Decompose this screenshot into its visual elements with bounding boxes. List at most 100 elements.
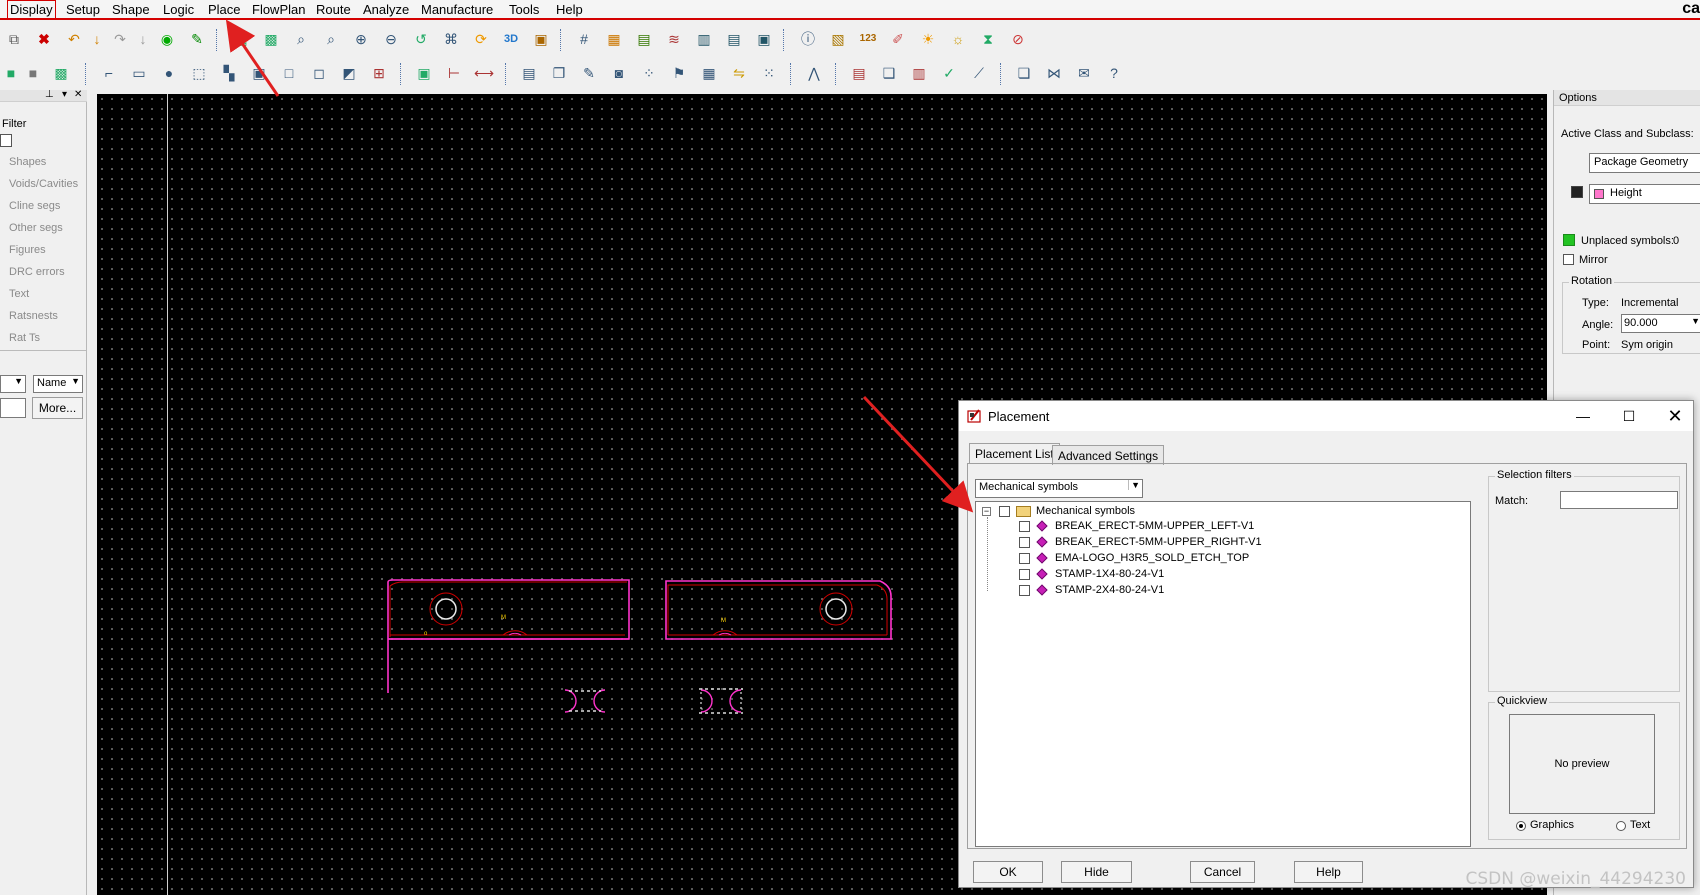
layers-icon[interactable]: ▤ xyxy=(633,28,655,50)
undo-down-icon[interactable]: ↓ xyxy=(86,28,108,50)
board-icon[interactable]: ▣ xyxy=(753,28,775,50)
menu-display[interactable]: Display xyxy=(7,0,56,19)
array-icon[interactable]: ⁙ xyxy=(758,62,780,84)
report-icon[interactable]: ▤ xyxy=(723,28,745,50)
find-text-input[interactable] xyxy=(0,398,26,418)
highlight-icon[interactable]: ☼ xyxy=(947,28,969,50)
windows-icon[interactable]: ❏ xyxy=(1013,62,1035,84)
merge-icon[interactable]: ⊞ xyxy=(368,62,390,84)
edit-pen-icon[interactable]: ✎ xyxy=(578,62,600,84)
close-icon[interactable]: ✕ xyxy=(74,89,82,100)
circle-icon[interactable]: ● xyxy=(158,62,180,84)
dimension-horizontal-icon[interactable]: ⟷ xyxy=(473,62,495,84)
cancel-button[interactable]: Cancel xyxy=(1190,861,1255,883)
redo-icon[interactable]: ↷ xyxy=(109,28,131,50)
tree-checkbox[interactable] xyxy=(1019,536,1030,548)
dehighlight-icon[interactable]: ⊘ xyxy=(1007,28,1029,50)
tree-checkbox[interactable] xyxy=(1019,568,1030,580)
tree-root-row[interactable]: − Mechanical symbols xyxy=(982,503,1135,519)
layer-gray-icon[interactable]: ■ xyxy=(22,62,44,84)
menu-analyze[interactable]: Analyze xyxy=(360,2,412,17)
filter-all-checkbox[interactable] xyxy=(0,134,12,147)
tree-checkbox[interactable] xyxy=(999,505,1010,517)
zoom-in-icon[interactable]: ⊕ xyxy=(350,28,372,50)
filter-item-cline-segs[interactable]: Cline segs xyxy=(9,200,60,212)
redo-down-icon[interactable]: ↓ xyxy=(132,28,154,50)
delete-icon[interactable]: ✖ xyxy=(33,28,55,50)
color-icon[interactable]: ▦ xyxy=(603,28,625,50)
swap-icon[interactable]: ⇋ xyxy=(728,62,750,84)
help-icon[interactable]: ? xyxy=(1103,62,1125,84)
select-icon[interactable]: ⬚ xyxy=(188,62,210,84)
tree-item[interactable]: STAMP-1X4-80-24-V1 xyxy=(1019,566,1164,582)
menu-setup[interactable]: Setup xyxy=(63,2,103,17)
dimension-vertical-icon[interactable]: ⊢ xyxy=(443,62,465,84)
ok-button[interactable]: OK xyxy=(973,861,1043,883)
tab-placement-list[interactable]: Placement List xyxy=(969,443,1060,463)
name-select[interactable]: Name ▼ xyxy=(33,375,83,393)
dimension-icon[interactable]: ▣ xyxy=(413,62,435,84)
filter-item-ratsnests[interactable]: Ratsnests xyxy=(9,310,58,322)
square-icon[interactable]: □ xyxy=(278,62,300,84)
void-icon[interactable]: ◩ xyxy=(338,62,360,84)
menu-flowplan[interactable]: FlowPlan xyxy=(249,2,308,17)
mirror-checkbox[interactable] xyxy=(1563,254,1574,265)
layer-green-icon[interactable]: ■ xyxy=(0,62,22,84)
symbol-category-select[interactable]: Mechanical symbols ▼ xyxy=(975,479,1143,498)
pin-icon[interactable]: ⊥ xyxy=(45,89,54,100)
3d-view-icon[interactable]: 3D xyxy=(500,28,522,50)
zoom-fit-icon[interactable]: ⌕ xyxy=(290,28,312,50)
rotation-angle-select[interactable]: 90.000 ▼ xyxy=(1621,314,1700,333)
pin-map-icon[interactable]: ⁘ xyxy=(638,62,660,84)
flip-icon[interactable]: ▣ xyxy=(530,28,552,50)
line-icon[interactable]: ⌐ xyxy=(98,62,120,84)
hide-button[interactable]: Hide xyxy=(1061,861,1132,883)
filter-item-shapes[interactable]: Shapes xyxy=(9,156,46,168)
zoom-world-icon[interactable]: ⌘ xyxy=(440,28,462,50)
color-swatch-button[interactable] xyxy=(1571,186,1583,198)
table-icon[interactable]: ▥ xyxy=(693,28,715,50)
slash-icon[interactable]: ⟋ xyxy=(968,62,990,84)
trace-icon[interactable]: ⋀ xyxy=(803,62,825,84)
brush-icon[interactable]: ✐ xyxy=(887,28,909,50)
shape-edit-icon[interactable]: ▣ xyxy=(248,62,270,84)
more-button[interactable]: More... xyxy=(32,397,83,419)
class-select[interactable]: Package Geometry xyxy=(1589,153,1700,173)
chevron-down-icon[interactable]: ▾ xyxy=(62,89,67,100)
split-icon[interactable]: ⋈ xyxy=(1043,62,1065,84)
refresh-icon[interactable]: ⟳ xyxy=(470,28,492,50)
flag-icon[interactable]: ⚑ xyxy=(668,62,690,84)
layer-grid-icon[interactable]: ▩ xyxy=(50,62,72,84)
pin-icon[interactable]: ✎ xyxy=(186,28,208,50)
tree-checkbox[interactable] xyxy=(1019,552,1030,564)
stack-icon[interactable]: ≋ xyxy=(663,28,685,50)
place-icon[interactable]: ▦ xyxy=(698,62,720,84)
menu-route[interactable]: Route xyxy=(313,2,354,17)
camera-icon[interactable]: ◙ xyxy=(608,62,630,84)
tree-item[interactable]: STAMP-2X4-80-24-V1 xyxy=(1019,582,1164,598)
match-input[interactable] xyxy=(1560,491,1678,509)
tree-item[interactable]: BREAK_ERECT-5MM-UPPER_LEFT-V1 xyxy=(1019,518,1254,534)
menu-place[interactable]: Place xyxy=(205,2,244,17)
grid-icon[interactable]: ▩ xyxy=(260,28,282,50)
info-icon[interactable]: ⓘ xyxy=(797,28,819,50)
book-icon[interactable]: ❐ xyxy=(548,62,570,84)
round-rect-icon[interactable]: ◻ xyxy=(308,62,330,84)
text-radio[interactable] xyxy=(1616,821,1626,831)
close-icon[interactable]: ✕ xyxy=(1655,405,1695,427)
shape-add-icon[interactable]: ▚ xyxy=(218,62,240,84)
open-book-icon[interactable]: ❑ xyxy=(878,62,900,84)
menu-tools[interactable]: Tools xyxy=(506,2,542,17)
tree-item[interactable]: EMA-LOGO_H3R5_SOLD_ETCH_TOP xyxy=(1019,550,1249,566)
zoom-icon[interactable]: ⌕ xyxy=(320,28,342,50)
sun-icon[interactable]: ☀ xyxy=(917,28,939,50)
filter-item-text[interactable]: Text xyxy=(9,288,29,300)
mail-icon[interactable]: ✉ xyxy=(1073,62,1095,84)
tab-advanced-settings[interactable]: Advanced Settings xyxy=(1052,445,1165,465)
rectangle-icon[interactable]: ▭ xyxy=(128,62,150,84)
tree-checkbox[interactable] xyxy=(1019,520,1030,532)
filter-item-other-segs[interactable]: Other segs xyxy=(9,222,63,234)
filter-item-voids[interactable]: Voids/Cavities xyxy=(9,178,78,190)
grid-view-icon[interactable]: ▦ xyxy=(230,28,252,50)
report-check-icon[interactable]: ▥ xyxy=(908,62,930,84)
